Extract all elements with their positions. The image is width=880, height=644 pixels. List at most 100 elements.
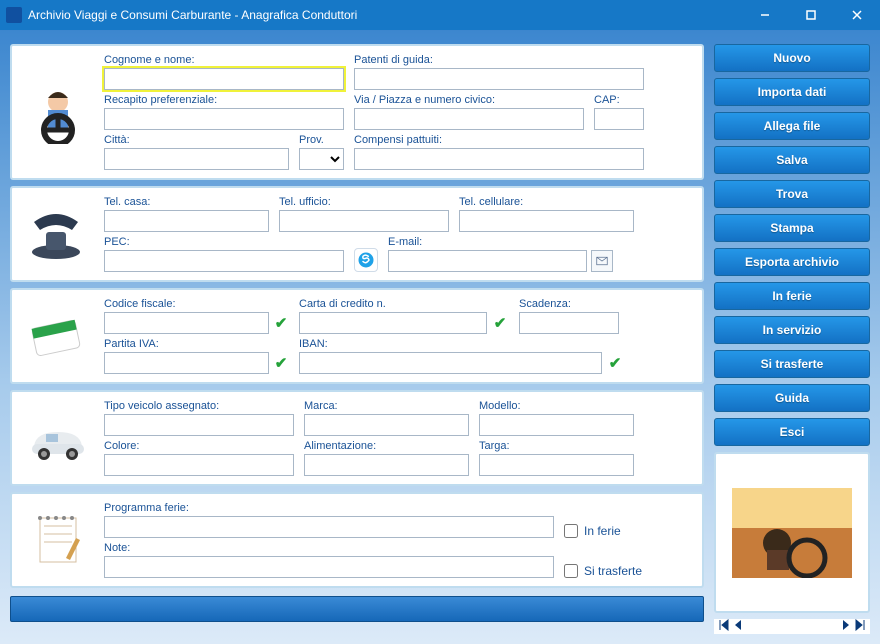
label-recapito: Recapito preferenziale:	[104, 94, 344, 106]
input-citta[interactable]	[104, 148, 289, 170]
input-telcasa[interactable]	[104, 210, 269, 232]
field-pec: PEC:	[104, 236, 344, 272]
label-trasferte-cb: Si trasferte	[584, 564, 642, 578]
select-prov[interactable]	[299, 148, 344, 170]
input-modello[interactable]	[479, 414, 634, 436]
importa-button[interactable]: Importa dati	[714, 78, 870, 106]
input-patenti[interactable]	[354, 68, 644, 90]
field-modello: Modello:	[479, 400, 634, 436]
cf-validate-icon[interactable]: ✔	[273, 314, 289, 332]
car-icon	[22, 400, 94, 476]
input-note[interactable]	[104, 556, 554, 578]
checkbox-inferie[interactable]	[564, 524, 578, 538]
input-cc[interactable]	[299, 312, 487, 334]
minimize-button[interactable]	[742, 0, 788, 30]
field-colore: Colore:	[104, 440, 294, 476]
iban-validate-icon[interactable]: ✔	[606, 354, 624, 372]
label-cc: Carta di credito n.	[299, 298, 509, 310]
cc-validate-icon[interactable]: ✔	[491, 314, 509, 332]
input-veicolo[interactable]	[104, 414, 294, 436]
nav-next-button[interactable]	[840, 619, 852, 634]
nav-last-button[interactable]	[854, 619, 866, 634]
inservizio-button[interactable]: In servizio	[714, 316, 870, 344]
form-column: Cognome e nome: Patenti di guida: Recapi…	[10, 44, 704, 634]
input-cap[interactable]	[594, 108, 644, 130]
field-cf: Codice fiscale: ✔	[104, 298, 289, 334]
window-title: Archivio Viaggi e Consumi Carburante - A…	[28, 8, 742, 22]
label-telcasa: Tel. casa:	[104, 196, 269, 208]
field-telufficio: Tel. ufficio:	[279, 196, 449, 232]
input-aliment[interactable]	[304, 454, 469, 476]
field-email: E-mail:	[388, 236, 613, 272]
salva-button[interactable]: Salva	[714, 146, 870, 174]
trasferte-button[interactable]: Si trasferte	[714, 350, 870, 378]
close-button[interactable]	[834, 0, 880, 30]
label-iban: IBAN:	[299, 338, 624, 350]
field-veicolo: Tipo veicolo assegnato:	[104, 400, 294, 436]
label-cf: Codice fiscale:	[104, 298, 289, 310]
label-targa: Targa:	[479, 440, 634, 452]
nav-first-prev	[714, 619, 748, 634]
input-colore[interactable]	[104, 454, 294, 476]
label-telcell: Tel. cellulare:	[459, 196, 634, 208]
guida-button[interactable]: Guida	[714, 384, 870, 412]
trova-button[interactable]: Trova	[714, 180, 870, 208]
piva-validate-icon[interactable]: ✔	[273, 354, 289, 372]
input-telcell[interactable]	[459, 210, 634, 232]
label-cognome: Cognome e nome:	[104, 54, 344, 66]
input-telufficio[interactable]	[279, 210, 449, 232]
card-fiscal: Codice fiscale: ✔ Carta di credito n. ✔	[10, 288, 704, 384]
label-cap: CAP:	[594, 94, 644, 106]
field-aliment: Alimentazione:	[304, 440, 469, 476]
label-marca: Marca:	[304, 400, 469, 412]
field-targa: Targa:	[479, 440, 634, 476]
checkbox-inferie-row: In ferie	[564, 524, 644, 538]
input-cognome[interactable]	[104, 68, 344, 90]
input-compensi[interactable]	[354, 148, 644, 170]
card-icon	[22, 298, 94, 374]
input-scad[interactable]	[519, 312, 619, 334]
field-telcasa: Tel. casa:	[104, 196, 269, 232]
input-marca[interactable]	[304, 414, 469, 436]
field-recapito: Recapito preferenziale:	[104, 94, 344, 130]
input-ferie[interactable]	[104, 516, 554, 538]
input-email[interactable]	[388, 250, 587, 272]
nav-next-last	[836, 619, 870, 634]
nav-first-button[interactable]	[718, 619, 730, 634]
notepad-icon	[22, 502, 94, 578]
nuovo-button[interactable]: Nuovo	[714, 44, 870, 72]
maximize-button[interactable]	[788, 0, 834, 30]
allega-button[interactable]: Allega file	[714, 112, 870, 140]
label-citta: Città:	[104, 134, 289, 146]
input-recapito[interactable]	[104, 108, 344, 130]
nav-prev-button[interactable]	[732, 619, 744, 634]
input-targa[interactable]	[479, 454, 634, 476]
field-scad: Scadenza:	[519, 298, 619, 334]
checkbox-trasferte[interactable]	[564, 564, 578, 578]
email-lookup-button[interactable]	[591, 250, 613, 272]
field-ferie: Programma ferie:	[104, 502, 554, 538]
label-via: Via / Piazza e numero civico:	[354, 94, 584, 106]
card-phone: Tel. casa: Tel. ufficio: Tel. cellulare:…	[10, 186, 704, 282]
stampa-button[interactable]: Stampa	[714, 214, 870, 242]
field-via: Via / Piazza e numero civico:	[354, 94, 584, 130]
esci-button[interactable]: Esci	[714, 418, 870, 446]
skype-icon[interactable]	[354, 248, 378, 272]
input-via[interactable]	[354, 108, 584, 130]
titlebar: Archivio Viaggi e Consumi Carburante - A…	[0, 0, 880, 30]
label-note: Note:	[104, 542, 554, 554]
input-pec[interactable]	[104, 250, 344, 272]
field-marca: Marca:	[304, 400, 469, 436]
field-note: Note:	[104, 542, 554, 578]
label-ferie: Programma ferie:	[104, 502, 554, 514]
input-piva[interactable]	[104, 352, 269, 374]
input-cf[interactable]	[104, 312, 269, 334]
field-cc: Carta di credito n. ✔	[299, 298, 509, 334]
field-cognome: Cognome e nome:	[104, 54, 344, 90]
client-area: Cognome e nome: Patenti di guida: Recapi…	[0, 30, 880, 644]
field-iban: IBAN: ✔	[299, 338, 624, 374]
driver-large-photo	[714, 452, 870, 613]
inferie-button[interactable]: In ferie	[714, 282, 870, 310]
input-iban[interactable]	[299, 352, 602, 374]
esporta-button[interactable]: Esporta archivio	[714, 248, 870, 276]
